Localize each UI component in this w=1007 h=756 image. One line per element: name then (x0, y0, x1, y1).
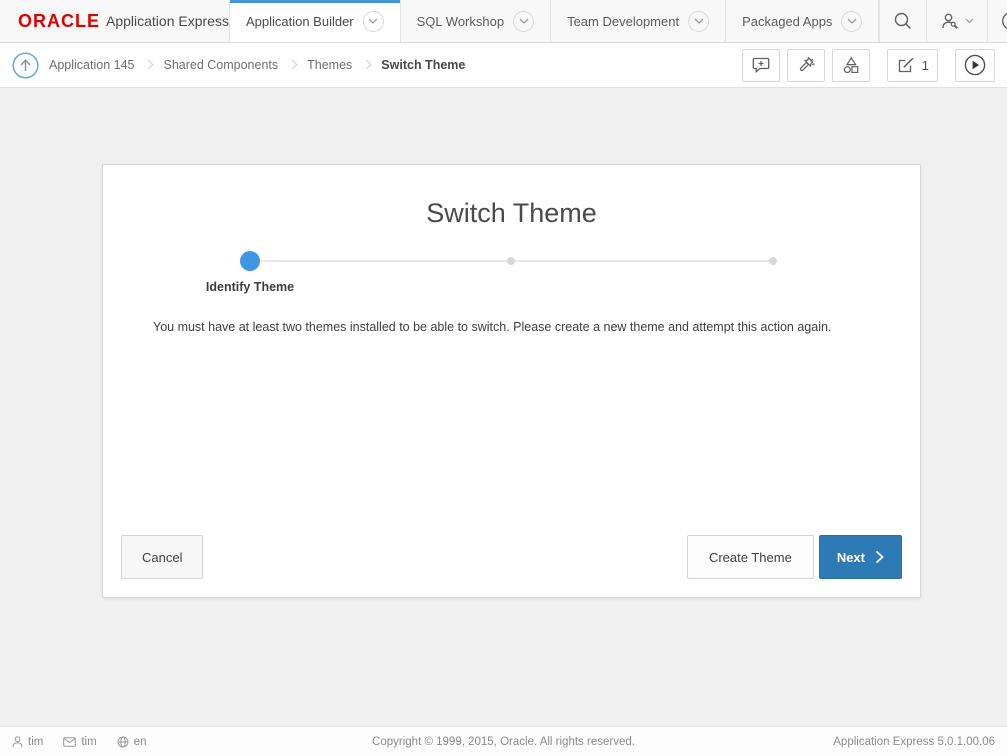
chevron-down-circle-icon[interactable] (688, 11, 709, 32)
tab-application-builder[interactable]: Application Builder (230, 0, 401, 42)
chevron-down-circle-icon[interactable] (513, 11, 534, 32)
progress-step-pending-dot (507, 257, 515, 265)
administration-menu-button[interactable] (926, 0, 987, 42)
footer-email: tim (63, 736, 96, 748)
help-menu-button[interactable]: ? (987, 0, 1007, 42)
breadcrumb-item-switch-theme: Switch Theme (381, 58, 465, 72)
switch-theme-wizard-card: Switch Theme Identify Theme You must hav… (102, 164, 921, 598)
breadcrumb-item-application[interactable]: Application 145 (49, 58, 134, 72)
tab-label: Team Development (567, 14, 679, 29)
feedback-bubble-icon (751, 56, 771, 74)
page-content: Switch Theme Identify Theme You must hav… (0, 88, 1007, 726)
tab-label: Application Builder (246, 14, 354, 29)
tab-sql-workshop[interactable]: SQL Workshop (401, 0, 551, 42)
create-theme-button[interactable]: Create Theme (687, 535, 814, 579)
shared-components-button[interactable] (832, 49, 870, 82)
product-name-text: Application Express (106, 13, 229, 29)
footer-user: tim (12, 736, 43, 748)
edit-page-button[interactable]: 1 (887, 49, 938, 82)
tab-team-development[interactable]: Team Development (551, 0, 726, 42)
chevron-down-icon (965, 18, 974, 24)
cancel-button[interactable]: Cancel (121, 535, 203, 579)
tab-label: Packaged Apps (742, 14, 832, 29)
flashlight-find-icon (796, 55, 816, 75)
edit-pencil-icon (896, 56, 915, 74)
next-button-label: Next (837, 550, 865, 565)
admin-wrench-user-icon (940, 11, 961, 31)
oracle-brand-text: ORACLE (18, 11, 100, 32)
breadcrumb: Application 145 Shared Components Themes… (49, 58, 465, 72)
find-button[interactable] (787, 49, 825, 82)
top-navigation-bar: ORACLE Application Express Application B… (0, 0, 1007, 43)
tab-label: SQL Workshop (417, 14, 504, 29)
chevron-right-icon (875, 550, 884, 564)
footer-version: Application Express 5.0.1.00.06 (833, 736, 995, 748)
breadcrumb-item-shared-components[interactable]: Shared Components (163, 58, 278, 72)
help-icon: ? (1001, 11, 1007, 31)
shapes-shared-components-icon (841, 55, 861, 75)
chevron-down-circle-icon[interactable] (363, 11, 384, 32)
breadcrumb-separator-icon (144, 60, 154, 70)
wizard-progress-train: Identify Theme (103, 251, 920, 311)
progress-step-current-dot (240, 251, 260, 271)
progress-step-pending-dot (769, 257, 777, 265)
globe-icon (117, 736, 129, 748)
tab-packaged-apps[interactable]: Packaged Apps (726, 0, 879, 42)
page-toolbar: 1 (742, 49, 995, 82)
breadcrumb-separator-icon (288, 60, 298, 70)
up-level-button[interactable] (12, 52, 39, 79)
wizard-message-text: You must have at least two themes instal… (103, 319, 920, 337)
breadcrumb-separator-icon (362, 60, 372, 70)
wizard-title: Switch Theme (103, 198, 920, 229)
breadcrumb-bar: Application 145 Shared Components Themes… (0, 43, 1007, 88)
current-step-label: Identify Theme (206, 280, 294, 294)
breadcrumb-item-themes[interactable]: Themes (307, 58, 352, 72)
footer-language: en (117, 736, 147, 748)
user-icon (12, 736, 23, 748)
wizard-button-bar: Cancel Create Theme Next (121, 535, 902, 579)
run-application-button[interactable] (955, 49, 995, 82)
search-icon (893, 11, 913, 31)
next-button[interactable]: Next (819, 535, 902, 579)
chevron-down-circle-icon[interactable] (841, 11, 862, 32)
search-button[interactable] (879, 0, 926, 42)
feedback-button[interactable] (742, 49, 780, 82)
oracle-apex-logo[interactable]: ORACLE Application Express (0, 0, 230, 42)
edit-page-number: 1 (922, 58, 929, 73)
page-footer: tim tim en Copyright © 1999, 2015, Oracl… (0, 726, 1007, 756)
footer-language-code: en (134, 736, 147, 748)
footer-user-name: tim (28, 736, 43, 748)
envelope-icon (63, 737, 76, 747)
run-play-icon (964, 54, 986, 76)
header-utility-icons: ? (879, 0, 1007, 42)
footer-email-name: tim (81, 736, 96, 748)
